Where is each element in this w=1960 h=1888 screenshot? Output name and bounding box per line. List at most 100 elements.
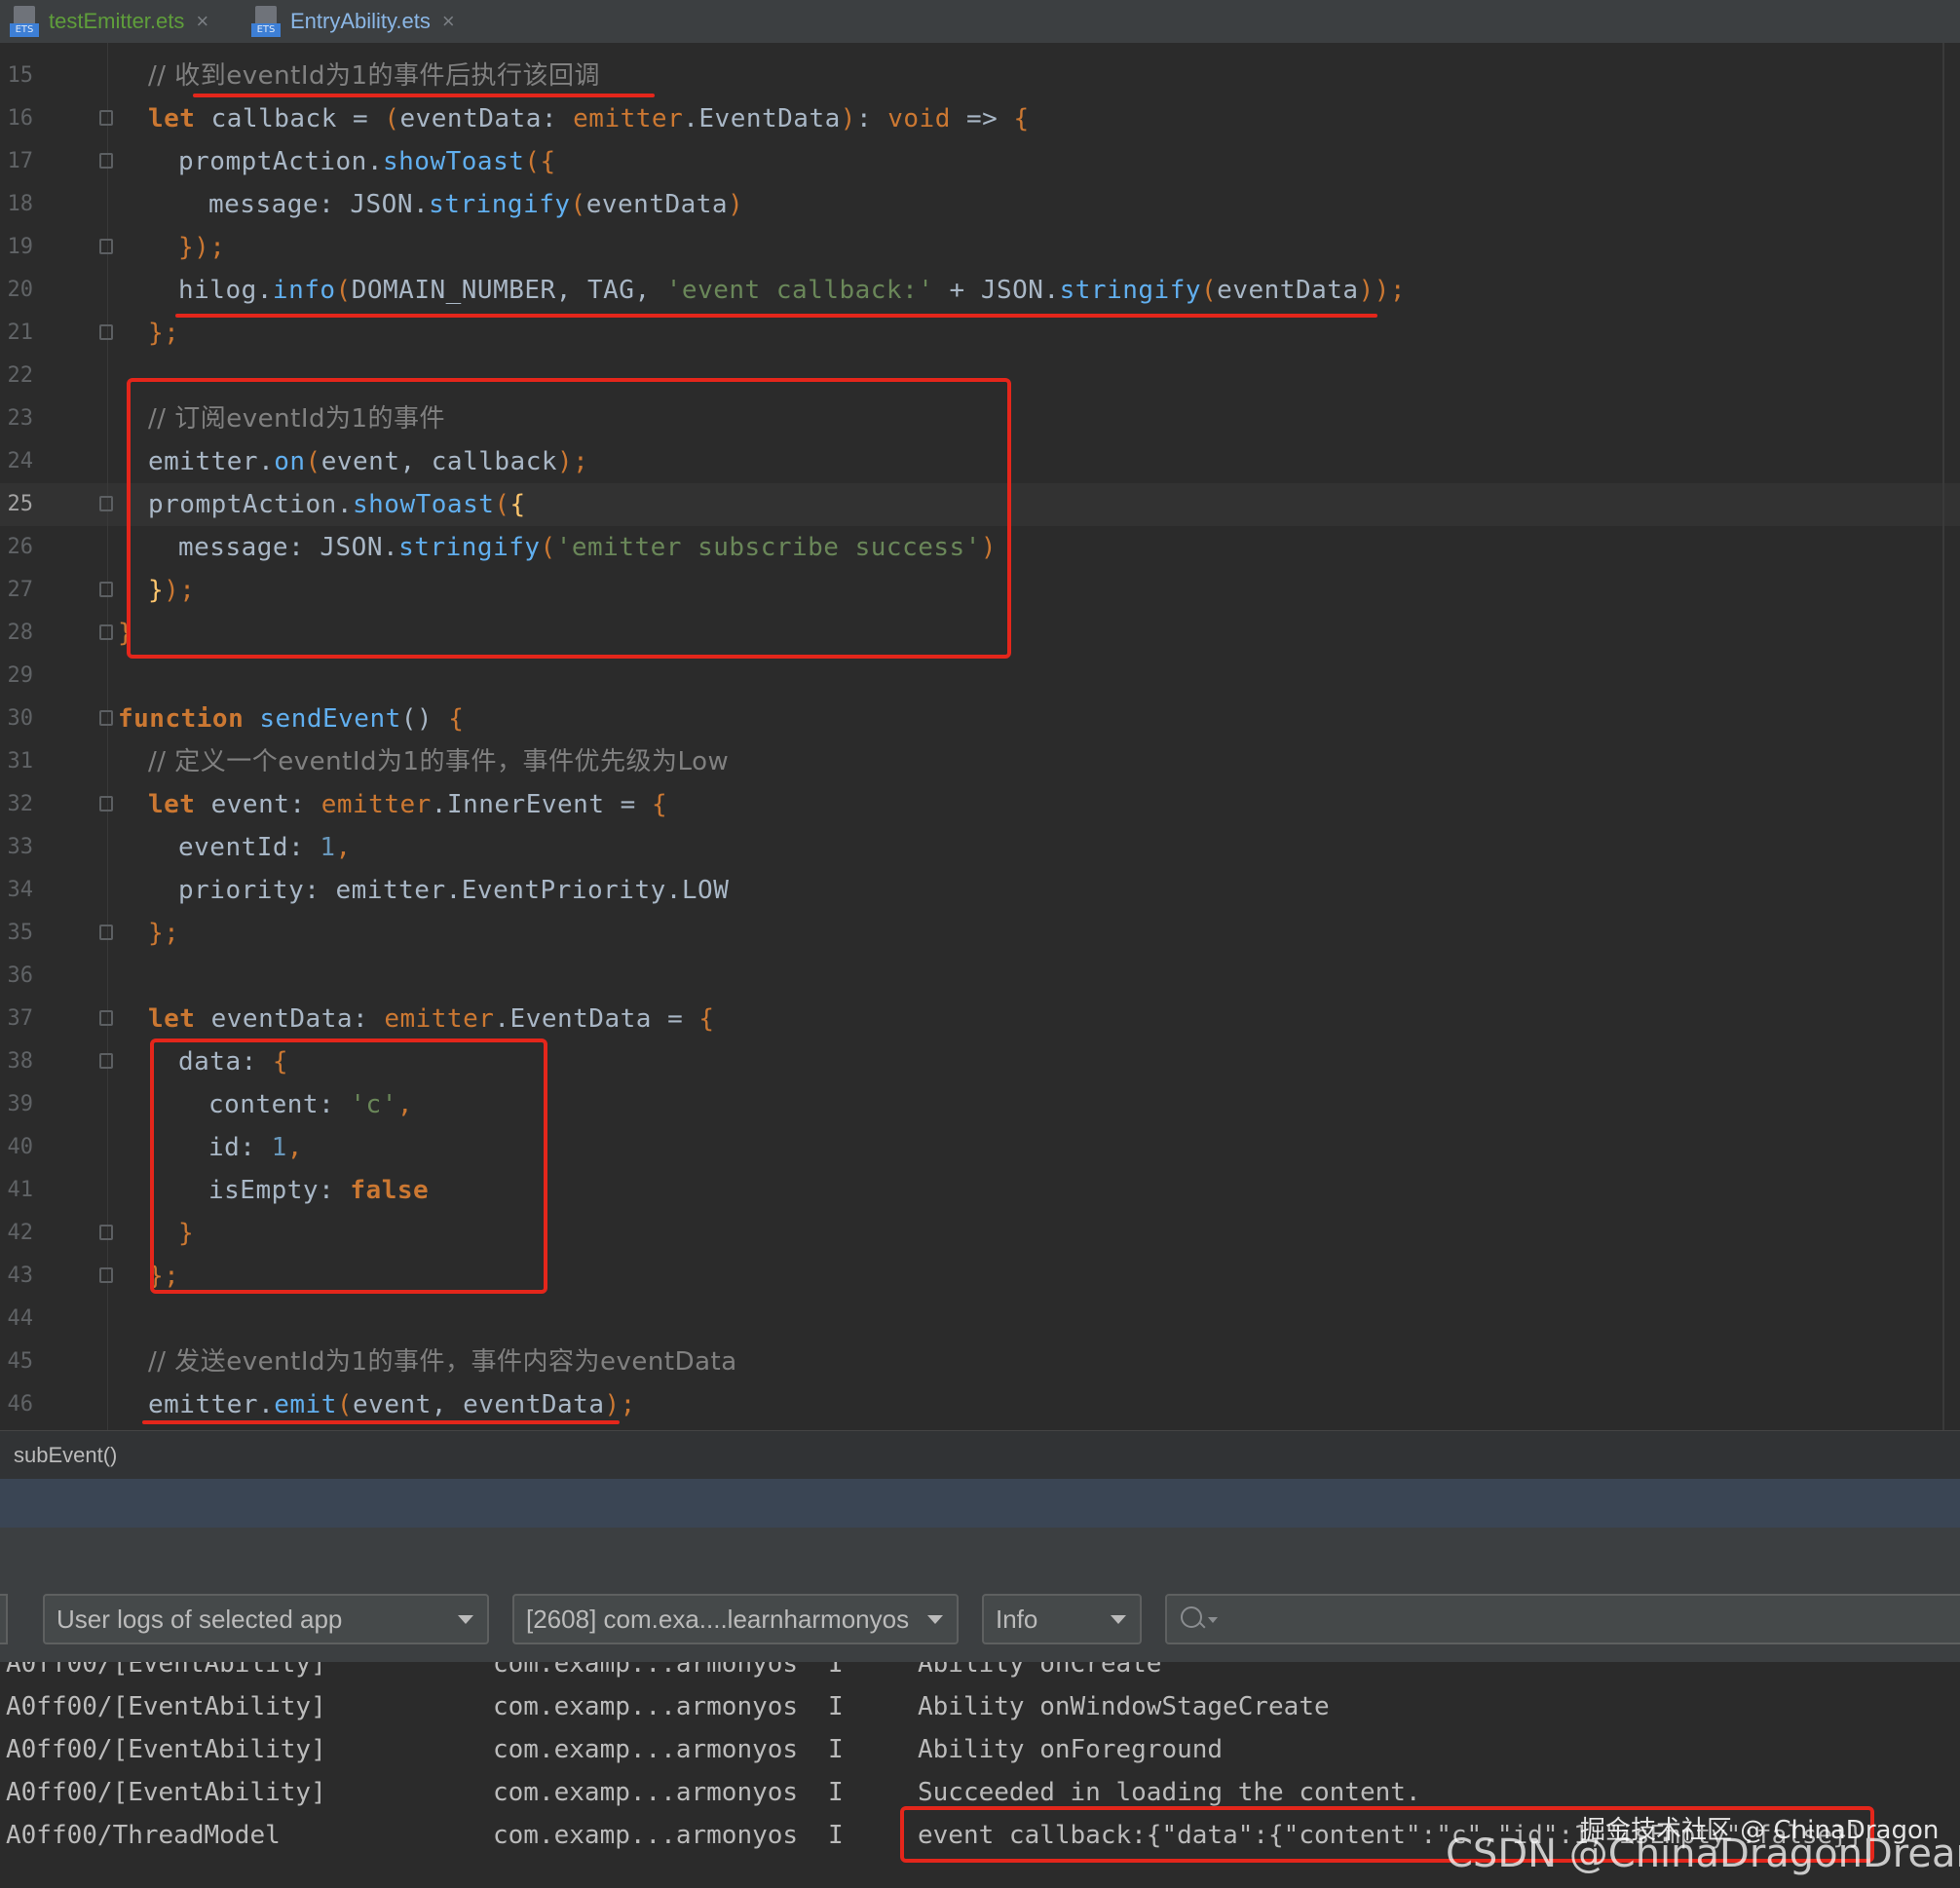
code-text[interactable]: priority: emitter.EventPriority.LOW [178,869,729,912]
code-text[interactable]: eventId: 1, [178,826,352,869]
line-number[interactable]: 39 [0,1083,34,1126]
fold-marker-icon[interactable] [99,624,113,640]
line-number[interactable]: 35 [0,912,34,955]
line-number[interactable]: 28 [0,612,34,655]
line-number[interactable]: 37 [0,998,34,1040]
close-icon[interactable]: × [442,9,455,34]
code-text[interactable]: hilog.info(DOMAIN_NUMBER, TAG, 'event ca… [178,269,1406,312]
code-text[interactable]: // 发送eventId为1的事件，事件内容为eventData [148,1340,737,1383]
code-token: }; [148,919,180,948]
close-icon[interactable]: × [196,9,208,34]
vertical-scrollbar[interactable] [1942,43,1944,1430]
fold-marker-icon[interactable] [99,324,113,340]
code-token: emit [274,1390,337,1419]
line-number[interactable]: 38 [0,1040,34,1083]
line-number[interactable]: 15 [0,55,34,97]
code-text[interactable]: let callback = (eventData: emitter.Event… [148,97,1030,140]
line-number[interactable]: 46 [0,1383,34,1426]
code-line[interactable]: 15 // 收到eventId为1的事件后执行该回调 [0,55,1939,97]
code-line[interactable]: 34 priority: emitter.EventPriority.LOW [0,869,1939,912]
code-line[interactable]: 19}); [0,226,1939,269]
fold-marker-icon[interactable] [99,796,113,812]
fold-marker-icon[interactable] [99,582,113,597]
process-select[interactable]: [2608] com.exa....learnharmonyos [512,1594,959,1644]
collapsed-dropdown[interactable] [0,1594,8,1644]
line-number[interactable]: 30 [0,698,34,740]
line-number[interactable]: 42 [0,1212,34,1255]
line-number[interactable]: 40 [0,1126,34,1169]
fold-marker-icon[interactable] [99,153,113,169]
code-line[interactable]: 44 [0,1298,1939,1340]
line-number[interactable]: 24 [0,440,34,483]
line-number[interactable]: 23 [0,397,34,440]
line-number[interactable]: 21 [0,312,34,355]
line-number[interactable]: 20 [0,269,34,312]
fold-marker-icon[interactable] [99,710,113,726]
line-number[interactable]: 33 [0,826,34,869]
code-line[interactable]: 20 hilog.info(DOMAIN_NUMBER, TAG, 'event … [0,269,1939,312]
code-line[interactable]: 30 function sendEvent() { [0,698,1939,740]
code-text[interactable]: let eventData: emitter.EventData = { [148,998,715,1040]
line-number[interactable]: 27 [0,569,34,612]
code-text[interactable]: }; [148,312,179,355]
fold-marker-icon[interactable] [99,1010,113,1026]
log-row[interactable]: A0ff00/[EventAbility] com.examp...armonyo… [0,1728,1960,1771]
tab-testemitter[interactable]: ETS testEmitter.ets × [10,0,208,43]
code-line[interactable]: 35}; [0,912,1939,955]
code-text[interactable]: let event: emitter.InnerEvent = { [148,783,667,826]
log-source-select[interactable]: User logs of selected app [43,1594,489,1644]
code-text[interactable]: }; [148,912,179,955]
breadcrumb-label[interactable]: subEvent() [14,1443,117,1468]
line-number[interactable]: 19 [0,226,34,269]
line-number[interactable]: 31 [0,740,34,783]
code-line[interactable]: 17 promptAction.showToast({ [0,140,1939,183]
breadcrumb[interactable]: subEvent() [0,1430,1960,1480]
code-line[interactable]: 33 eventId: 1, [0,826,1939,869]
tab-label: EntryAbility.ets [290,9,431,33]
code-line[interactable]: 16 let callback = (eventData: emitter.Eve… [0,97,1939,140]
log-search-input[interactable] [1165,1594,1960,1644]
fold-marker-icon[interactable] [99,1225,113,1240]
line-number[interactable]: 16 [0,97,34,140]
line-number[interactable]: 41 [0,1169,34,1212]
code-text[interactable]: }); [178,226,225,269]
fold-marker-icon[interactable] [99,496,113,511]
search-options-icon[interactable] [1208,1617,1218,1623]
fold-marker-icon[interactable] [99,1267,113,1283]
log-row[interactable]: A0ff00/[EventAbility] com.examp...armonyo… [0,1662,1960,1685]
log-row[interactable]: A0ff00/[EventAbility] com.examp...armonyo… [0,1685,1960,1728]
line-number[interactable]: 17 [0,140,34,183]
line-number[interactable]: 44 [0,1298,34,1340]
line-number[interactable]: 22 [0,355,34,397]
line-number[interactable]: 29 [0,655,34,698]
line-number[interactable]: 18 [0,183,34,226]
code-text[interactable]: // 收到eventId为1的事件后执行该回调 [148,55,600,97]
code-line[interactable]: 31 // 定义一个eventId为1的事件，事件优先级为Low [0,740,1939,783]
fold-marker-icon[interactable] [99,925,113,940]
code-line[interactable]: 37 let eventData: emitter.EventData = { [0,998,1939,1040]
code-line[interactable]: 21}; [0,312,1939,355]
line-number[interactable]: 43 [0,1255,34,1298]
fold-marker-icon[interactable] [99,1053,113,1069]
code-line[interactable]: 36 [0,955,1939,998]
line-number[interactable]: 32 [0,783,34,826]
line-number[interactable]: 36 [0,955,34,998]
code-line[interactable]: 32 let event: emitter.InnerEvent = { [0,783,1939,826]
code-line[interactable]: 29 [0,655,1939,698]
code-token: let [148,790,196,819]
code-text[interactable]: promptAction.showToast({ [178,140,556,183]
code-line[interactable]: 18 message: JSON.stringify(eventData) [0,183,1939,226]
line-number[interactable]: 26 [0,526,34,569]
fold-marker-icon[interactable] [99,239,113,254]
code-text[interactable]: function sendEvent() { [118,698,464,740]
fold-marker-icon[interactable] [99,110,113,126]
code-editor[interactable]: 15 // 收到eventId为1的事件后执行该回调 16 let callback … [0,43,1960,1430]
tab-entryability[interactable]: ETS EntryAbility.ets × [251,0,455,43]
code-line[interactable]: 45 // 发送eventId为1的事件，事件内容为eventData [0,1340,1939,1383]
code-text[interactable]: // 定义一个eventId为1的事件，事件优先级为Low [148,740,729,783]
line-number[interactable]: 45 [0,1340,34,1383]
line-number[interactable]: 34 [0,869,34,912]
log-level-select[interactable]: Info [982,1594,1142,1644]
code-text[interactable]: message: JSON.stringify(eventData) [208,183,743,226]
line-number[interactable]: 25 [0,483,34,526]
